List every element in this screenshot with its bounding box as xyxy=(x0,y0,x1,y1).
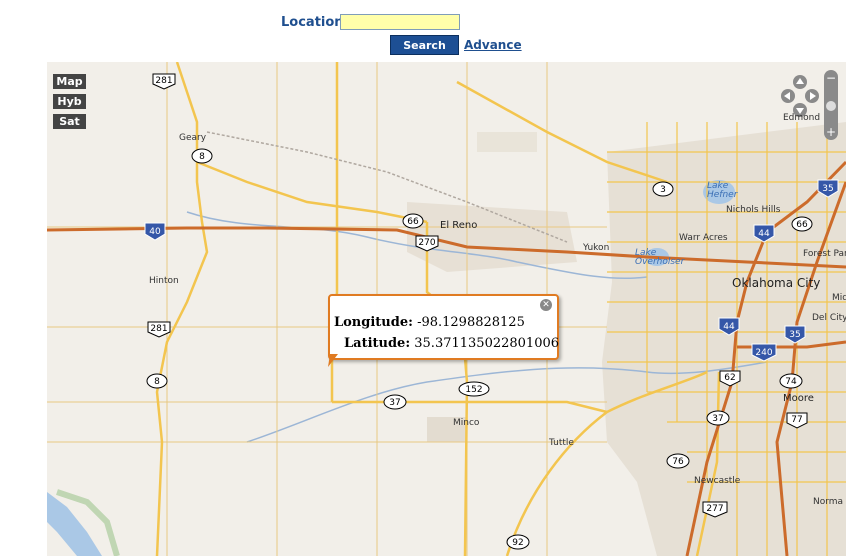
location-input[interactable] xyxy=(340,14,460,30)
svg-text:66: 66 xyxy=(796,220,808,230)
interstate-shield: 35 xyxy=(784,325,806,344)
us-route-shield: 277 xyxy=(702,501,728,518)
svg-text:44: 44 xyxy=(758,229,770,239)
state-route-shield: 8 xyxy=(191,148,213,164)
svg-text:8: 8 xyxy=(199,152,205,162)
state-route-shield: 152 xyxy=(458,381,490,397)
svg-text:277: 277 xyxy=(706,504,723,514)
svg-text:270: 270 xyxy=(418,238,435,248)
location-label: Location xyxy=(281,15,344,30)
svg-text:77: 77 xyxy=(791,415,802,425)
state-route-shield: 92 xyxy=(506,534,530,550)
state-route-shield: 66 xyxy=(402,213,424,229)
state-route-shield: 66 xyxy=(791,216,813,232)
svg-text:44: 44 xyxy=(723,322,735,332)
state-route-shield: 37 xyxy=(383,394,407,410)
search-button[interactable]: Search xyxy=(390,35,459,55)
advance-link[interactable]: Advance xyxy=(464,38,522,52)
svg-text:92: 92 xyxy=(512,538,523,548)
svg-text:281: 281 xyxy=(155,76,172,86)
svg-text:76: 76 xyxy=(672,457,684,467)
svg-text:240: 240 xyxy=(755,348,772,358)
latitude-label: Latitude: xyxy=(344,336,411,351)
place-label-minco: Minco xyxy=(453,418,480,428)
longitude-label: Longitude: xyxy=(334,315,413,330)
place-label-tuttle: Tuttle xyxy=(549,438,574,448)
popup-pointer-icon xyxy=(328,354,338,367)
place-label-del-city: Del City xyxy=(812,313,846,323)
longitude-row: Longitude: -98.1298828125 xyxy=(334,315,525,330)
svg-text:35: 35 xyxy=(822,184,833,194)
place-label-yukon: Yukon xyxy=(583,243,610,253)
place-label-forest-park: Forest Par xyxy=(803,249,846,259)
us-route-shield: 62 xyxy=(719,370,741,387)
place-label-el-reno: El Reno xyxy=(440,220,478,231)
place-label-geary: Geary xyxy=(179,133,207,143)
state-route-shield: 8 xyxy=(146,373,168,389)
state-route-shield: 37 xyxy=(706,410,730,426)
place-label-warr-acres: Warr Acres xyxy=(679,233,728,243)
svg-text:35: 35 xyxy=(789,330,800,340)
place-label-oklahoma-city: Oklahoma City xyxy=(732,276,821,290)
close-icon[interactable]: ✕ xyxy=(540,299,552,311)
svg-text:281: 281 xyxy=(150,324,167,334)
longitude-value: -98.1298828125 xyxy=(417,315,525,330)
svg-text:66: 66 xyxy=(407,217,419,227)
us-route-shield: 281 xyxy=(147,321,171,338)
place-label-newcastle: Newcastle xyxy=(694,476,741,486)
svg-text:3: 3 xyxy=(660,185,666,195)
state-route-shield: 76 xyxy=(666,453,690,469)
map-canvas[interactable]: Map Hyb Sat − + 281 8 40 281 8 66 270 3 … xyxy=(47,62,846,556)
place-label-moore: Moore xyxy=(783,393,814,404)
us-route-shield: 281 xyxy=(152,73,176,90)
us-route-shield: 77 xyxy=(786,412,808,429)
place-label-nichols-hills: Nichols Hills xyxy=(726,205,781,215)
state-route-shield: 3 xyxy=(652,181,674,197)
latitude-value: 35.371135022801006 xyxy=(414,336,560,351)
svg-text:152: 152 xyxy=(465,385,482,395)
svg-text:74: 74 xyxy=(785,377,797,387)
svg-text:62: 62 xyxy=(724,373,735,383)
svg-text:8: 8 xyxy=(154,377,160,387)
coordinate-popup: ✕ Longitude: -98.1298828125 Latitude: 35… xyxy=(328,294,559,360)
interstate-shield: 240 xyxy=(751,343,777,362)
place-label-midwest-city: Mid xyxy=(832,293,846,303)
svg-text:37: 37 xyxy=(389,398,400,408)
place-label-hinton: Hinton xyxy=(149,276,179,286)
lake-label-hefner: Lake Hefner xyxy=(707,181,738,200)
interstate-shield: 40 xyxy=(144,222,166,241)
svg-text:40: 40 xyxy=(149,227,161,237)
interstate-shield: 44 xyxy=(753,224,775,243)
svg-text:37: 37 xyxy=(712,414,723,424)
latitude-row: Latitude: 35.371135022801006 xyxy=(344,336,559,351)
us-route-shield: 270 xyxy=(415,235,439,252)
place-label-norman: Norma xyxy=(813,497,844,507)
lake-label-overholser: Lake Overholser xyxy=(635,248,685,267)
place-label-edmond: Edmond xyxy=(783,113,821,123)
state-route-shield: 74 xyxy=(779,373,803,389)
interstate-shield: 35 xyxy=(817,179,839,198)
interstate-shield: 44 xyxy=(718,317,740,336)
